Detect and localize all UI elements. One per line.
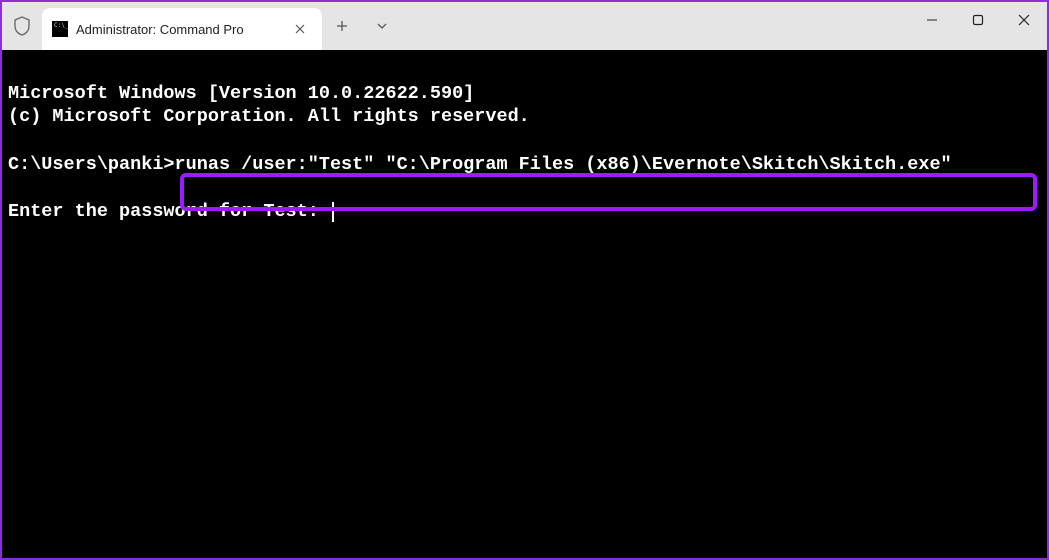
titlebar: C:\_ Administrator: Command Pro (2, 2, 1047, 50)
close-tab-button[interactable] (290, 19, 310, 39)
tab-actions (322, 2, 402, 50)
copyright-line: (c) Microsoft Corporation. All rights re… (8, 106, 530, 127)
version-line: Microsoft Windows [Version 10.0.22622.59… (8, 83, 474, 104)
maximize-button[interactable] (955, 2, 1001, 38)
terminal-output[interactable]: Microsoft Windows [Version 10.0.22622.59… (2, 50, 1047, 558)
new-tab-button[interactable] (322, 2, 362, 50)
minimize-button[interactable] (909, 2, 955, 38)
cursor (332, 202, 334, 222)
tab-dropdown-button[interactable] (362, 2, 402, 50)
tab-title: Administrator: Command Pro (76, 22, 244, 37)
tab-command-prompt[interactable]: C:\_ Administrator: Command Pro (42, 8, 322, 50)
prompt-line: C:\Users\panki>runas /user:"Test" "C:\Pr… (8, 154, 952, 175)
prompt-prefix: C:\Users\panki> (8, 154, 175, 175)
window-controls (909, 2, 1047, 50)
shield-icon (2, 2, 42, 50)
command-text: runas /user:"Test" "C:\Program Files (x8… (175, 154, 952, 175)
password-prompt-line: Enter the password for Test: (8, 201, 334, 222)
close-window-button[interactable] (1001, 2, 1047, 38)
terminal-icon: C:\_ (52, 21, 68, 37)
